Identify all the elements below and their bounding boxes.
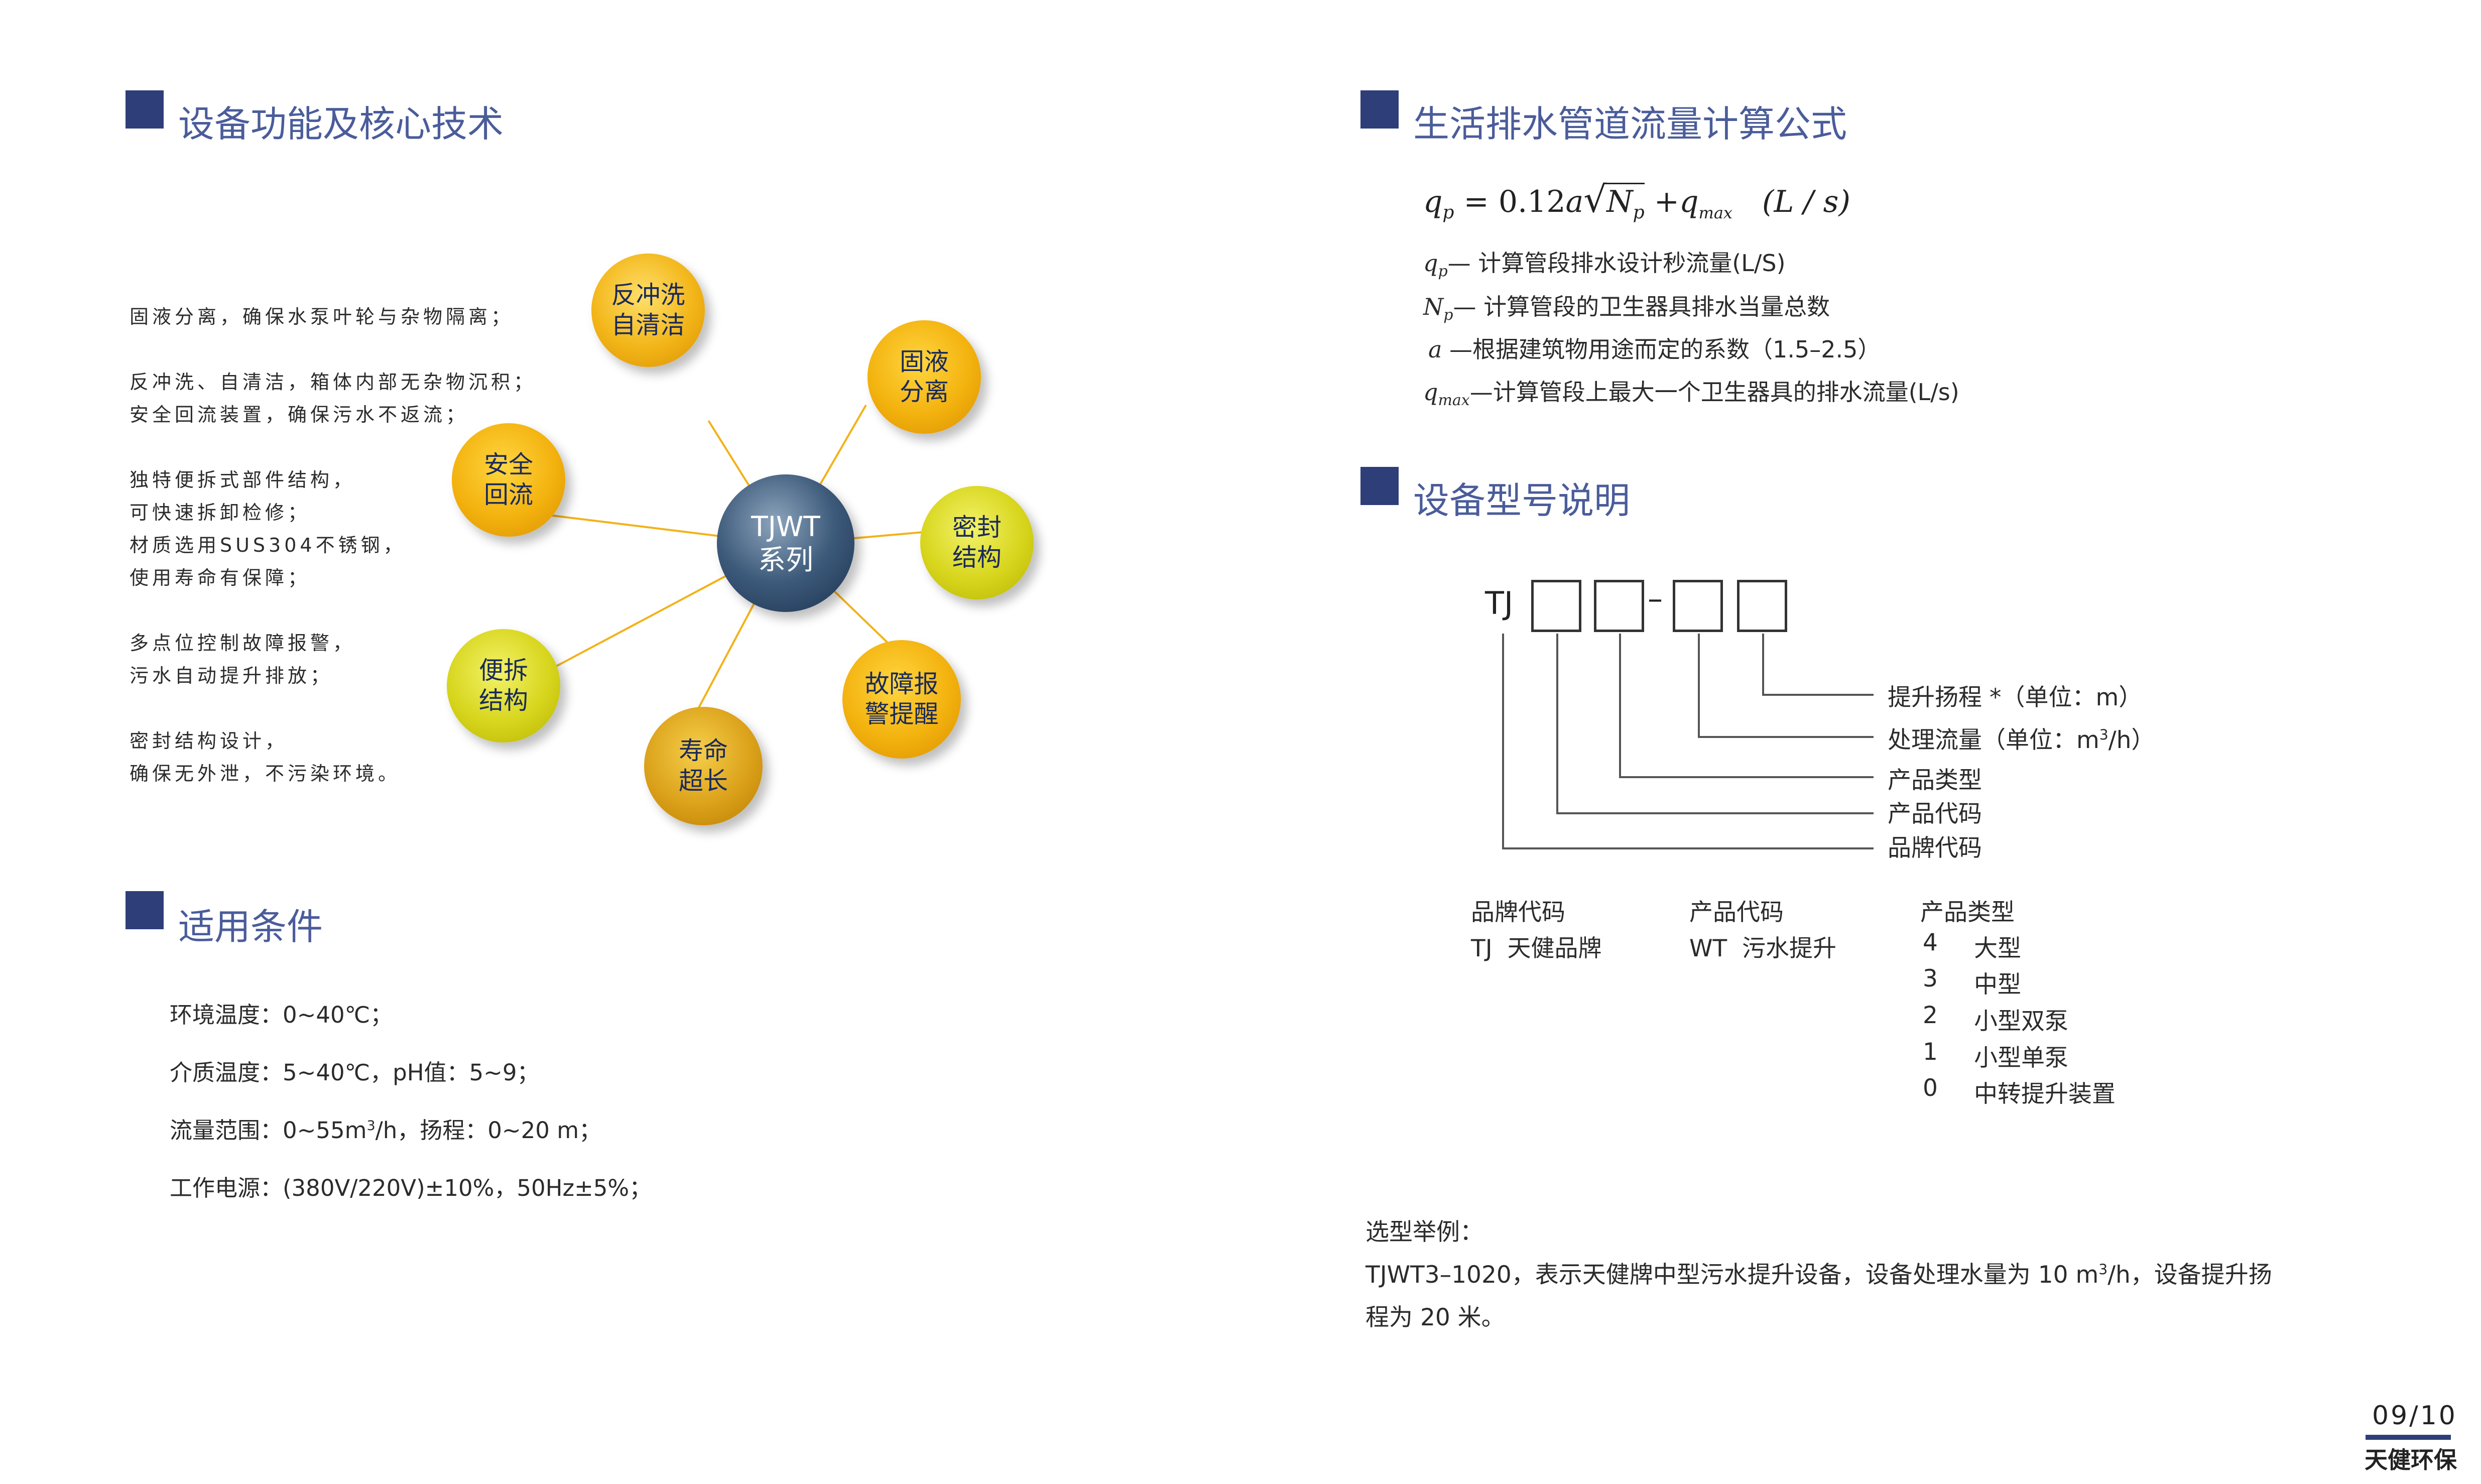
node-detachable: 便拆 结构 <box>447 629 560 743</box>
feature-line: 固液分离，确保水泵叶轮与杂物隔离； <box>130 306 514 328</box>
model-label-head: 提升扬程 *（单位：m） <box>1888 684 2143 711</box>
section-title-functions: 设备功能及核心技术 <box>178 103 504 145</box>
connector-line <box>1762 634 1764 696</box>
condition-env-temp: 环境温度：0~40℃； <box>170 1002 393 1028</box>
section-title-conditions: 适用条件 <box>178 906 323 948</box>
footer-brand: 天健环保 <box>2365 1446 2457 1473</box>
feature-line: 材质选用SUS304不锈钢， <box>130 534 406 556</box>
model-dash: – <box>1648 581 1663 616</box>
section-marker <box>126 891 164 929</box>
model-box-head <box>1737 580 1787 632</box>
sqrt-icon: √ <box>1583 178 1607 220</box>
product-type-name: 小型单泵 <box>1974 1044 2068 1072</box>
section-title-formula: 生活排水管道流量计算公式 <box>1413 103 1847 145</box>
product-type-code: 3 <box>1923 965 1938 993</box>
connector-line <box>1556 634 1558 814</box>
product-type-code: 1 <box>1923 1038 1938 1066</box>
feature-line: 使用寿命有保障； <box>130 567 311 589</box>
connector-line <box>1698 634 1700 738</box>
flow-formula: qp = 0.12a√Np +qmax (L / s) <box>1423 178 1850 223</box>
product-code-row: WT 污水提升 <box>1689 935 1837 962</box>
example-line: 程为 20 米。 <box>1366 1304 1505 1331</box>
model-label-brand: 品牌代码 <box>1888 834 1982 862</box>
section-marker <box>126 90 164 129</box>
section-title-model: 设备型号说明 <box>1413 479 1631 522</box>
connector-line <box>1762 694 1874 696</box>
feature-line: 安全回流装置，确保污水不返流； <box>130 404 469 426</box>
product-type-name: 小型双泵 <box>1974 1008 2068 1035</box>
node-long-life: 寿命 超长 <box>644 707 763 825</box>
footer-divider <box>2366 1435 2451 1440</box>
feature-line: 独特便拆式部件结构， <box>130 469 356 491</box>
definition-qp: qp— 计算管段排水设计秒流量(L/S) <box>1423 250 1786 281</box>
feature-line: 反冲洗、自清洁，箱体内部无杂物沉积； <box>130 371 537 393</box>
connector-line <box>1619 634 1621 778</box>
product-type-code: 4 <box>1923 929 1938 956</box>
model-label-code: 产品代码 <box>1888 800 1982 828</box>
feature-line: 确保无外泄，不污染环境。 <box>130 763 401 785</box>
node-backwash: 反冲洗 自清洁 <box>591 254 705 367</box>
connector-line <box>1502 634 1504 849</box>
node-fault-alarm: 故障报 警提醒 <box>842 640 961 759</box>
condition-power: 工作电源：(380V/220V)±10%，50Hz±5%； <box>170 1175 652 1201</box>
product-type-name: 中型 <box>1974 971 2021 999</box>
model-label-type: 产品类型 <box>1888 767 1982 794</box>
model-label-flow: 处理流量（单位：m3/h） <box>1888 726 2155 754</box>
product-type-code: 2 <box>1923 1002 1938 1029</box>
example-title: 选型举例： <box>1366 1218 1483 1246</box>
brand-code-header: 品牌代码 <box>1471 899 1565 926</box>
model-box-flow <box>1673 580 1723 632</box>
definition-np: Np— 计算管段的卫生器具排水当量总数 <box>1423 293 1830 324</box>
page-number: 09/10 <box>2372 1401 2457 1431</box>
node-safe-backflow: 安全 回流 <box>452 423 565 537</box>
connector-line <box>1619 776 1874 778</box>
feature-line: 密封结构设计， <box>130 730 288 752</box>
product-code-header: 产品代码 <box>1689 899 1784 926</box>
connector-line <box>1556 812 1874 814</box>
product-type-name: 中转提升装置 <box>1974 1080 2116 1108</box>
section-marker <box>1360 90 1399 129</box>
node-seal: 密封 结构 <box>920 486 1034 599</box>
feature-line: 可快速拆卸检修； <box>130 502 311 524</box>
hub-tjwt-series: TJWT 系列 <box>717 474 854 612</box>
feature-line: 污水自动提升排放； <box>130 665 333 687</box>
section-marker <box>1360 467 1399 505</box>
product-type-code: 0 <box>1923 1074 1938 1102</box>
product-type-header: 产品类型 <box>1920 899 2015 926</box>
condition-medium-temp: 介质温度：5~40℃，pH值：5~9； <box>170 1059 540 1086</box>
model-box-product-code <box>1531 580 1581 632</box>
definition-qmax: qmax—计算管段上最大一个卫生器具的排水流量(L/s) <box>1423 379 1959 410</box>
connector-line <box>1698 736 1874 738</box>
definition-a: a —根据建筑物用途而定的系数（1.5–2.5） <box>1428 336 1881 363</box>
model-prefix: TJ <box>1485 585 1514 622</box>
node-solid-liquid: 固液 分离 <box>867 320 981 434</box>
feature-line: 多点位控制故障报警， <box>130 632 356 654</box>
brand-code-row: TJ 天健品牌 <box>1471 935 1602 962</box>
example-line: TJWT3–1020，表示天健牌中型污水提升设备，设备处理水量为 10 m3/h… <box>1366 1261 2272 1289</box>
connector-line <box>1502 847 1874 849</box>
condition-flow-range: 流量范围：0~55m3/h，扬程：0~20 m； <box>170 1117 602 1144</box>
product-type-name: 大型 <box>1974 935 2021 962</box>
model-box-product-type <box>1594 580 1644 632</box>
